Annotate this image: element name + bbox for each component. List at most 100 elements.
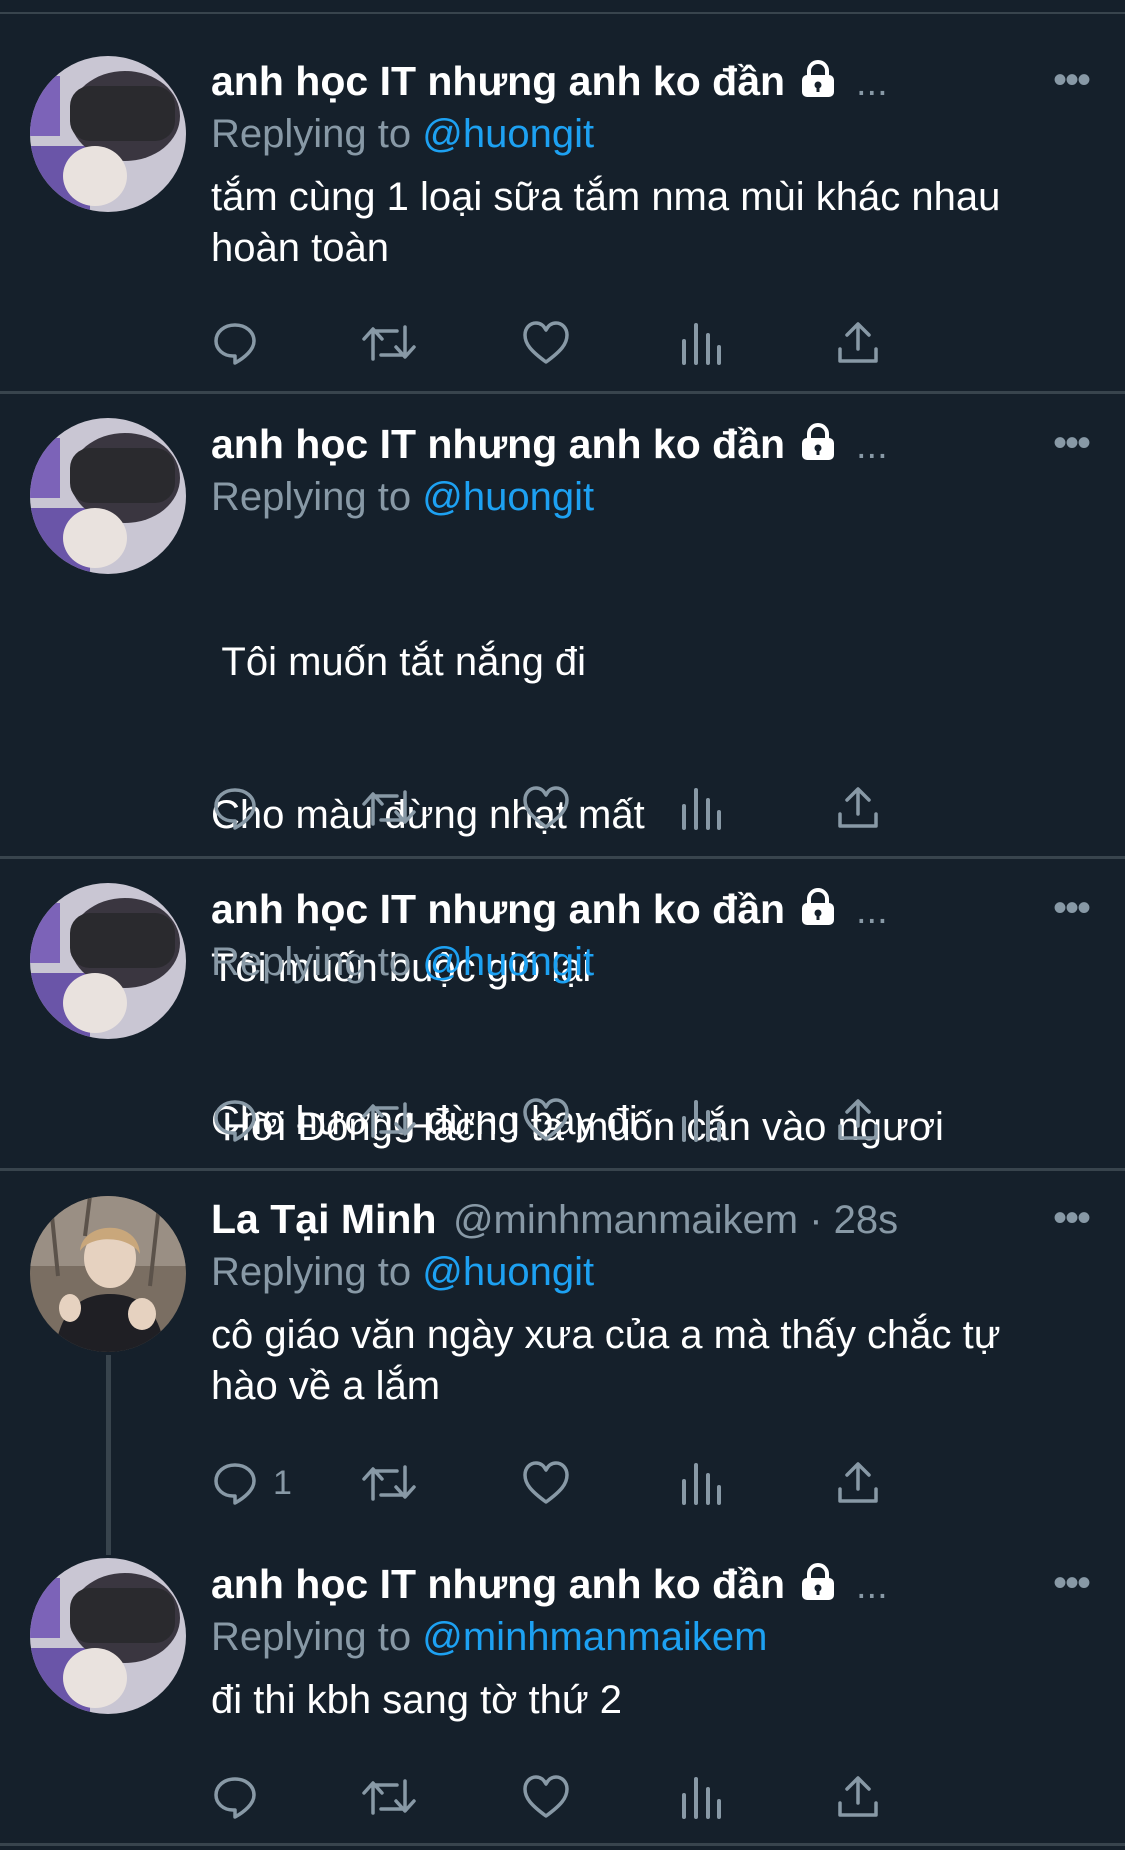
reply-button[interactable] (211, 317, 259, 369)
avatar-photo (30, 1558, 186, 1714)
tweet-header: anh học IT nhưng anh ko đần ... ••• (211, 1561, 1091, 1613)
reply-button[interactable] (211, 1094, 259, 1146)
reply-icon (214, 788, 256, 830)
like-button[interactable] (521, 782, 571, 834)
retweet-button[interactable] (361, 1457, 417, 1509)
lock-icon (800, 888, 836, 931)
retweet-button[interactable] (361, 317, 417, 369)
replying-label: Replying to (211, 1250, 412, 1294)
reply-button[interactable]: 1 (211, 1457, 292, 1509)
author-name[interactable]: anh học IT nhưng anh ko đần (211, 886, 785, 932)
avatar-masked-user[interactable] (30, 883, 186, 1039)
analytics-button[interactable] (679, 1094, 723, 1146)
tweet-actions (211, 317, 1021, 369)
tweet-text: tắm cùng 1 loại sữa tắm nma mùi khác nha… (211, 172, 1085, 274)
tweet-text-line: Tôi muốn tắt nắng đi (211, 640, 587, 684)
more-icon[interactable]: ••• (1053, 886, 1091, 931)
like-button[interactable] (521, 317, 571, 369)
lock-icon (800, 60, 836, 103)
more-icon[interactable]: ••• (1053, 1561, 1091, 1606)
author-name[interactable]: anh học IT nhưng anh ko đần (211, 421, 785, 467)
lock-icon (800, 1563, 836, 1606)
reply-button[interactable] (211, 1771, 259, 1823)
avatar-masked-user[interactable] (30, 418, 186, 574)
retweet-icon (362, 1465, 416, 1501)
tweet-divider (0, 391, 1125, 394)
retweet-icon (362, 790, 416, 826)
author-name[interactable]: anh học IT nhưng anh ko đần (211, 1561, 785, 1607)
tweet-actions: 1 (211, 1457, 1021, 1509)
replying-to: Replying to @huongit (211, 1248, 1085, 1296)
share-icon (838, 1462, 878, 1503)
avatar-photo (30, 56, 186, 212)
tweet-text-line: tắm cùng 1 loại sữa tắm nma mùi khác nha… (211, 175, 1001, 219)
tweet-text: cô giáo văn ngày xưa của a mà thấy chắc … (211, 1310, 1085, 1412)
avatar-masked-user[interactable] (30, 1558, 186, 1714)
tweet-actions (211, 782, 1021, 834)
like-icon (523, 1775, 569, 1818)
reply-button[interactable] (211, 782, 259, 834)
reply-icon (214, 1463, 256, 1505)
tweet-text: đi thi kbh sang tờ thứ 2 (211, 1675, 1085, 1726)
share-button[interactable] (834, 1094, 882, 1146)
like-icon (523, 1461, 569, 1504)
share-icon (838, 1099, 878, 1140)
tweet-divider (0, 1168, 1125, 1171)
share-icon (838, 322, 878, 363)
share-button[interactable] (834, 1457, 882, 1509)
more-icon[interactable]: ••• (1053, 58, 1091, 103)
like-button[interactable] (521, 1457, 571, 1509)
reply-mention[interactable]: @huongit (422, 112, 594, 156)
avatar-masked-user[interactable] (30, 56, 186, 212)
reply-icon (214, 1100, 256, 1142)
reply-mention[interactable]: @huongit (422, 1250, 594, 1294)
analytics-button[interactable] (679, 1457, 723, 1509)
analytics-icon (682, 1463, 721, 1505)
share-icon (838, 787, 878, 828)
avatar-photo (30, 1196, 186, 1352)
like-button[interactable] (521, 1771, 571, 1823)
more-icon[interactable]: ••• (1053, 1196, 1091, 1241)
retweet-icon (362, 325, 416, 361)
tweet-text-line: đi thi kbh sang tờ thứ 2 (211, 1678, 623, 1722)
retweet-button[interactable] (361, 1094, 417, 1146)
like-button[interactable] (521, 1094, 571, 1146)
name-truncation: ... (855, 62, 888, 104)
share-icon (838, 1776, 878, 1817)
tweet-header: anh học IT nhưng anh ko đần ... ••• (211, 886, 1091, 938)
tweet-text-line: hoàn toàn (211, 226, 389, 270)
replying-label: Replying to (211, 475, 412, 519)
retweet-icon (362, 1779, 416, 1815)
share-button[interactable] (834, 317, 882, 369)
reply-count: 1 (273, 1463, 292, 1502)
analytics-button[interactable] (679, 317, 723, 369)
reply-mention[interactable]: @huongit (422, 940, 594, 984)
replying-to: Replying to @huongit (211, 473, 1085, 521)
analytics-icon (682, 1777, 721, 1819)
author-name[interactable]: anh học IT nhưng anh ko đần (211, 58, 785, 104)
share-button[interactable] (834, 782, 882, 834)
author-handle-and-time[interactable]: @minhmanmaikem · 28s (453, 1198, 898, 1242)
more-icon[interactable]: ••• (1053, 421, 1091, 466)
share-button[interactable] (834, 1771, 882, 1823)
top-divider (0, 12, 1125, 14)
thread-connector (106, 1355, 111, 1555)
analytics-button[interactable] (679, 1771, 723, 1823)
retweet-button[interactable] (361, 1771, 417, 1823)
tweet-text-line: cô giáo văn ngày xưa của a mà thấy chắc … (211, 1313, 1001, 1357)
reply-mention[interactable]: @huongit (422, 475, 594, 519)
name-truncation: ... (855, 425, 888, 467)
tweet-header: anh học IT nhưng anh ko đần ... ••• (211, 421, 1091, 473)
tweet-actions (211, 1094, 1021, 1146)
avatar-la-tai-minh[interactable] (30, 1196, 186, 1352)
replying-to: Replying to @huongit (211, 110, 1085, 158)
reply-mention[interactable]: @minhmanmaikem (422, 1615, 767, 1659)
analytics-button[interactable] (679, 782, 723, 834)
tweet-divider (0, 856, 1125, 859)
lock-icon (800, 423, 836, 466)
replying-to: Replying to @minhmanmaikem (211, 1613, 1085, 1661)
name-truncation: ... (855, 1565, 888, 1607)
retweet-button[interactable] (361, 782, 417, 834)
name-truncation: ... (855, 890, 888, 932)
author-name[interactable]: La Tại Minh (211, 1196, 437, 1242)
